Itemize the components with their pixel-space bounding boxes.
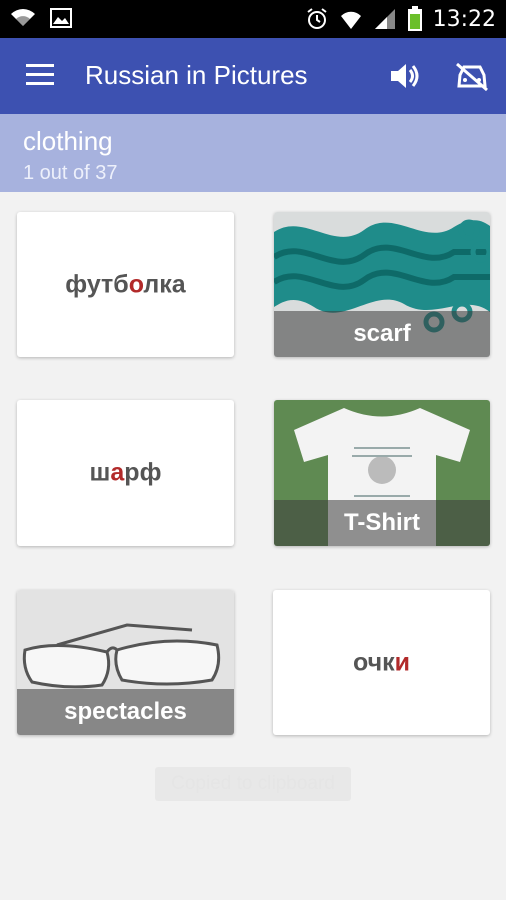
wifi-signal-icon [340, 11, 361, 29]
speaker-icon[interactable] [388, 60, 422, 92]
alarm-icon [306, 8, 327, 29]
card-word: шарф [89, 458, 162, 487]
word-card-futbolka[interactable]: футболка [17, 212, 234, 357]
stressed-vowel: а [110, 458, 125, 487]
stressed-vowel: и [394, 648, 411, 676]
card-word: очки [352, 648, 411, 676]
hamburger-menu-icon[interactable] [26, 64, 54, 86]
card-caption: T-Shirt [274, 500, 490, 546]
car-off-icon[interactable] [455, 62, 489, 92]
toast-message: Copied to clipboard [155, 767, 351, 801]
category-header: clothing 1 out of 37 [0, 114, 506, 192]
stressed-vowel: о [128, 270, 144, 298]
app-title: Russian in Pictures [85, 60, 308, 90]
progress-counter: 1 out of 37 [23, 162, 118, 184]
card-caption: spectacles [17, 689, 234, 735]
card-caption: scarf [274, 311, 490, 357]
category-title: clothing [23, 126, 113, 156]
word-card-ochki[interactable]: очки [273, 590, 490, 735]
word-card-sharf[interactable]: шарф [17, 400, 234, 546]
status-bar: 13:22 [0, 0, 506, 38]
picture-card-tshirt[interactable]: T-Shirt [274, 400, 490, 546]
card-word: футболка [65, 270, 186, 298]
battery-icon [407, 6, 422, 31]
picture-card-scarf[interactable]: scarf [274, 212, 490, 357]
picture-card-spectacles[interactable]: spectacles [17, 590, 234, 735]
app-bar: Russian in Pictures [0, 38, 506, 114]
image-notification-icon [50, 8, 72, 28]
cell-signal-icon [374, 9, 395, 29]
wifi-icon [11, 9, 35, 26]
clock: 13:22 [432, 6, 496, 32]
